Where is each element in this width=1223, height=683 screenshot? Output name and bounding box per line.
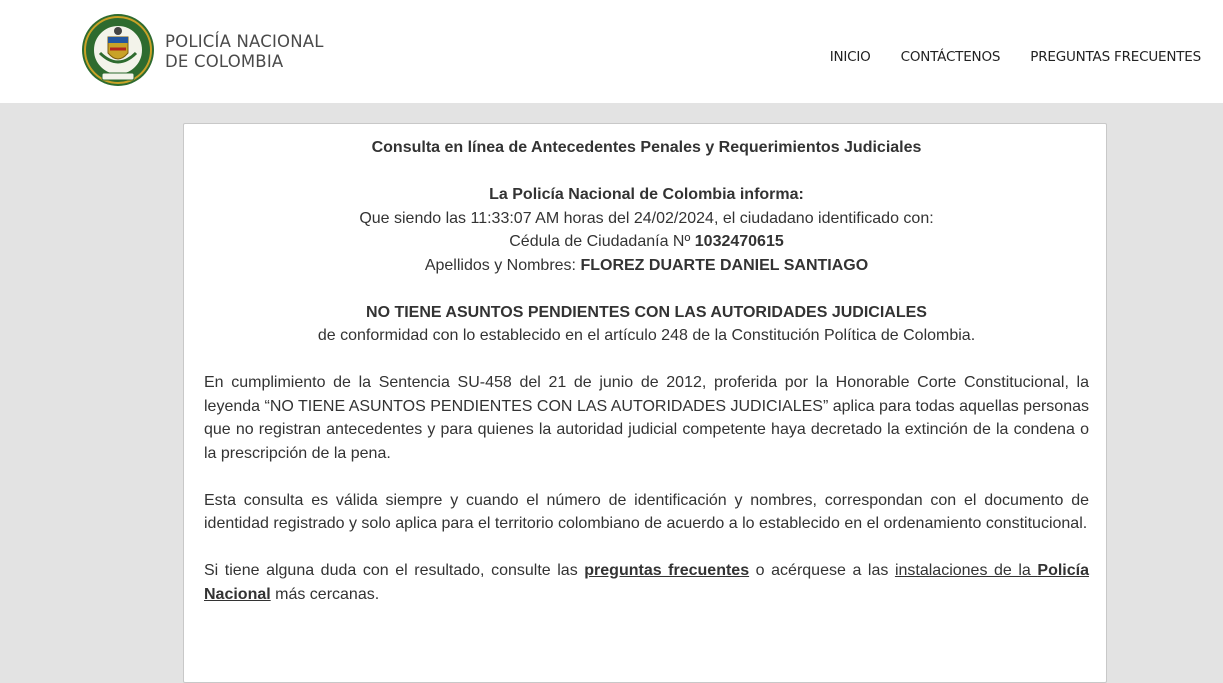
brand-name[interactable]: POLICÍA NACIONAL DE COLOMBIA (165, 32, 324, 72)
cedula-number: 1032470615 (694, 233, 784, 250)
time-middle: horas del (559, 209, 634, 227)
help-prefix: Si tiene alguna duda con el resultado, c… (204, 562, 585, 579)
cedula-line: Cédula de Ciudadanía Nº 1032470615 (204, 230, 1089, 254)
names-line: Apellidos y Nombres: FLOREZ DUARTE DANIE… (204, 254, 1089, 278)
nav-inicio[interactable]: INICIO (830, 49, 871, 65)
top-nav: INICIO CONTÁCTENOS PREGUNTAS FRECUENTES (800, 49, 1202, 65)
paragraph-validity: Esta consulta es válida siempre y cuando… (204, 491, 1089, 533)
status-subtext: de conformidad con lo establecido en el … (317, 327, 976, 344)
nav-contactenos[interactable]: CONTÁCTENOS (901, 49, 1001, 65)
nav-preguntas-frecuentes[interactable]: PREGUNTAS FRECUENTES (1030, 49, 1201, 65)
brand-line-2: DE COLOMBIA (165, 52, 284, 71)
consult-time: 11:33:07 AM (470, 209, 560, 227)
paragraph-help: Si tiene alguna duda con el resultado, c… (204, 559, 1089, 606)
names-label: Apellidos y Nombres: (424, 256, 581, 274)
help-suffix: más cercanas. (270, 585, 380, 603)
time-suffix: , el ciudadano identificado con: (713, 209, 934, 227)
status-result: NO TIENE ASUNTOS PENDIENTES CON LAS AUTO… (366, 303, 927, 321)
site-header: POLICÍA NACIONAL DE COLOMBIA INICIO CONT… (0, 0, 1223, 103)
consult-time-line: Que siendo las 11:33:07 AM horas del 24/… (204, 207, 1089, 231)
help-middle: o acérquese a las (749, 562, 895, 579)
faq-link[interactable]: preguntas frecuentes (584, 562, 749, 579)
brand-line-1: POLICÍA NACIONAL (165, 32, 324, 51)
page-title: Consulta en línea de Antecedentes Penale… (371, 139, 922, 156)
result-content: Consulta en línea de Antecedentes Penale… (204, 136, 1089, 606)
informa-heading: La Policía Nacional de Colombia informa: (489, 186, 804, 203)
police-emblem-icon[interactable] (80, 13, 156, 87)
time-prefix: Que siendo las (359, 209, 471, 227)
consult-date: 24/02/2024 (633, 209, 714, 227)
installations-text: instalaciones de la (894, 562, 1038, 579)
names-value: FLOREZ DUARTE DANIEL SANTIAGO (580, 256, 869, 274)
paragraph-sentencia: En cumplimiento de la Sentencia SU-458 d… (204, 374, 1089, 462)
result-card: Consulta en línea de Antecedentes Penale… (183, 123, 1107, 683)
cedula-label: Cédula de Ciudadanía Nº (509, 233, 695, 250)
